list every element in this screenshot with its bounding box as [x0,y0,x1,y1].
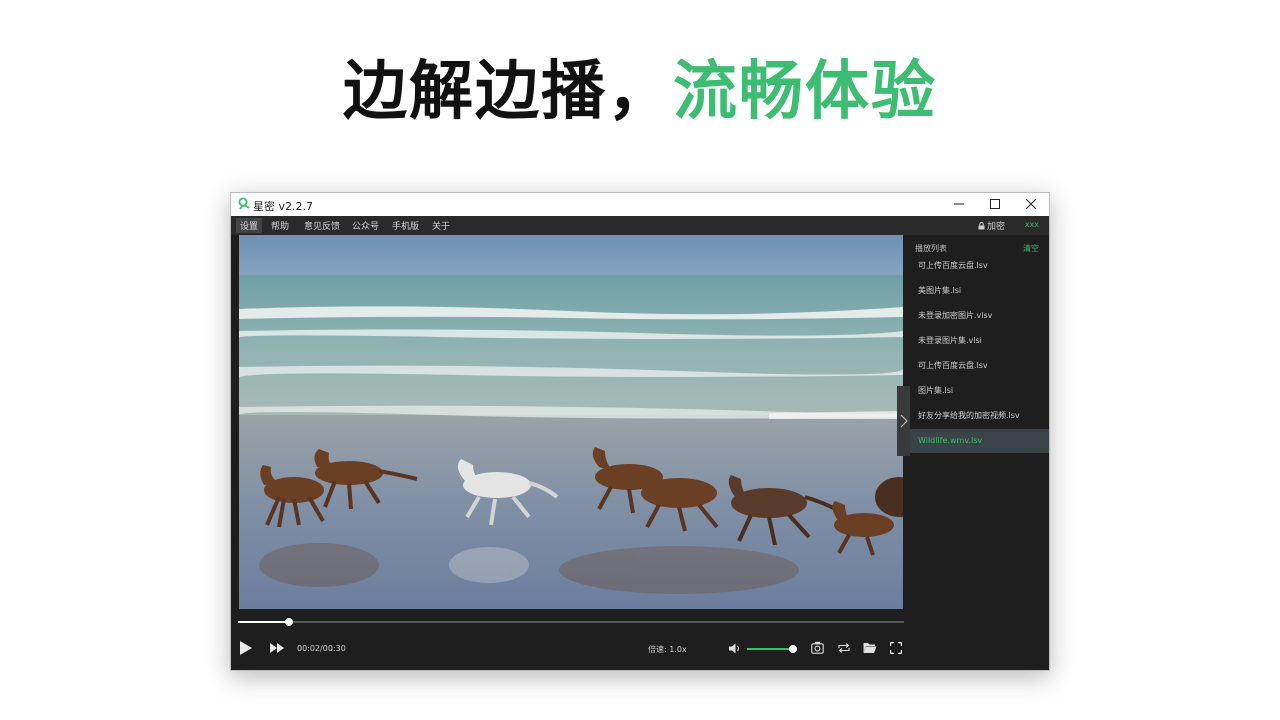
playlist-item-label: 可上传百度云盘.lsv [918,361,988,370]
encrypt-label: 加密 [986,222,1005,232]
playlist-item[interactable]: 未登录加密图片.vlsv [910,304,1049,328]
close-button[interactable] [1013,193,1049,216]
playlist-toggle[interactable] [897,386,910,456]
playlist-item-active[interactable]: Wildlife.wmv.lsv [910,429,1049,453]
progress-fill [238,621,289,623]
volume-fill [747,648,793,650]
player-controls: 00:02/00:30 倍速: 1.0x [231,609,1049,670]
playlist-item[interactable]: 好友分享给我的加密视频.lsv [910,404,1049,428]
volume-slider[interactable] [747,645,797,653]
encrypt-button[interactable]: 加密 [978,219,1005,232]
playback-time: 00:02/00:30 [297,644,346,653]
headline-main: 边解边播， [343,55,673,129]
playlist-item-label: Wildlife.wmv.lsv [918,436,983,445]
open-folder-icon[interactable] [863,642,877,654]
screenshot-icon[interactable] [811,641,824,654]
playlist-item-label: 未登录图片集.vlsi [918,336,982,345]
playlist-panel: 播放列表 清空 可上传百度云盘.lsv 美图片集.lsi 未登录加密图片.vls… [910,235,1049,609]
close-icon [1026,199,1036,209]
playlist-item-label: 图片集.lsi [918,386,954,395]
speed-button[interactable]: 倍速: 1.0x [648,644,687,655]
playlist-item-label: 美图片集.lsi [918,286,962,295]
playlist-item[interactable]: 可上传百度云盘.lsv [910,254,1049,278]
chevron-right-icon [900,414,908,428]
headline-accent: 流畅体验 [673,55,937,129]
window-title: 星密 v2.2.7 [253,200,313,213]
playlist-item-label: 可上传百度云盘.lsv [918,261,988,270]
play-icon[interactable] [239,640,253,656]
progress-bar[interactable] [238,618,904,626]
lock-icon [978,222,985,230]
playlist-clear-button[interactable]: 清空 [1023,243,1039,254]
menu-official-account[interactable]: 公众号 [352,219,379,232]
fullscreen-icon[interactable] [890,642,902,654]
fast-forward-icon[interactable] [270,643,284,653]
menu-about[interactable]: 关于 [432,219,450,232]
headline: 边解边播，流畅体验 [0,52,1280,132]
menu-feedback[interactable]: 意见反馈 [304,219,340,232]
video-frame[interactable] [239,235,903,609]
playlist-item-label: 好友分享给我的加密视频.lsv [918,411,1020,420]
playlist-item[interactable]: 美图片集.lsi [910,279,1049,303]
menu-mobile[interactable]: 手机版 [392,219,419,232]
loop-icon[interactable] [837,642,851,654]
maximize-button[interactable] [977,193,1013,216]
playlist-item[interactable]: 未登录图片集.vlsi [910,329,1049,353]
menu-bar: 设置 帮助 意见反馈 公众号 手机版 关于 加密 xxx [231,216,1049,235]
progress-handle[interactable] [284,618,293,626]
playlist-item[interactable]: 图片集.lsi [910,379,1049,403]
playlist-item-label: 未登录加密图片.vlsv [918,311,993,320]
minimize-button[interactable] [941,193,977,216]
minimize-icon [954,203,964,205]
maximize-icon [990,199,1000,209]
video-image [239,235,903,609]
playlist-header: 播放列表 [915,244,947,253]
volume-icon[interactable] [729,643,741,654]
player-window: 星密 v2.2.7 设置 帮助 意见反馈 公众号 手机版 关于 加密 xxx 播… [230,192,1050,671]
menu-help[interactable]: 帮助 [271,219,289,232]
volume-handle[interactable] [788,645,797,653]
user-name[interactable]: xxx [1025,220,1039,229]
title-bar: 星密 v2.2.7 [231,193,1049,216]
brand-logo-icon [238,197,250,210]
menu-settings[interactable]: 设置 [236,218,263,233]
playlist-item[interactable]: 可上传百度云盘.lsv [910,354,1049,378]
